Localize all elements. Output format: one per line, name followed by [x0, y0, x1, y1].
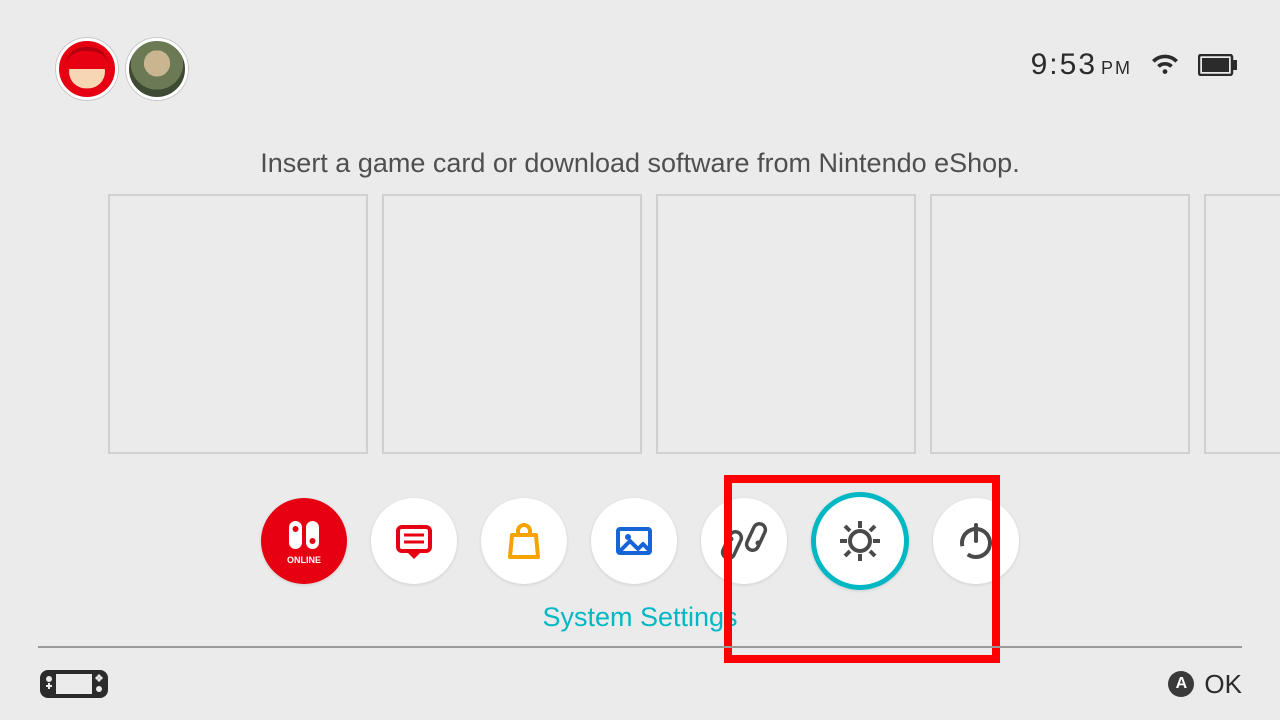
dock: ONLINE: [0, 498, 1280, 590]
game-tile-empty[interactable]: [656, 194, 916, 454]
shopping-bag-icon: [500, 517, 548, 565]
dock-selected-label: System Settings: [0, 602, 1280, 633]
game-tile-empty[interactable]: [382, 194, 642, 454]
footer-ok-hint: A OK: [1168, 669, 1242, 700]
top-bar: M 9:53PM: [0, 0, 1280, 110]
online-label: ONLINE: [287, 555, 321, 565]
clock-time: 9:53: [1031, 48, 1097, 81]
empty-library-hint: Insert a game card or download software …: [0, 148, 1280, 179]
footer-bar: A OK: [38, 646, 1242, 720]
ok-label: OK: [1204, 669, 1242, 700]
avatar-mario[interactable]: M: [56, 38, 118, 100]
game-tile-empty[interactable]: [108, 194, 368, 454]
news-icon: [390, 517, 438, 565]
dock-eshop-button[interactable]: [481, 498, 567, 584]
controller-icon: [718, 515, 770, 567]
dock-news-button[interactable]: [371, 498, 457, 584]
clock: 9:53PM: [1031, 48, 1132, 82]
a-button-icon: A: [1168, 671, 1194, 697]
album-icon: [610, 517, 658, 565]
dock-settings-button[interactable]: [811, 492, 909, 590]
user-avatars: M: [56, 38, 188, 100]
battery-icon: [1198, 54, 1238, 76]
game-tile-empty[interactable]: [930, 194, 1190, 454]
avatar-link[interactable]: [126, 38, 188, 100]
dock-online-button[interactable]: ONLINE: [261, 498, 347, 584]
game-tile-empty[interactable]: [1204, 194, 1280, 454]
wifi-icon: [1150, 53, 1180, 77]
clock-ampm: PM: [1101, 58, 1132, 78]
handheld-controller-icon: [38, 668, 110, 700]
game-tile-row[interactable]: [108, 194, 1280, 454]
dock-sleep-button[interactable]: [933, 498, 1019, 584]
power-icon: [952, 517, 1000, 565]
dock-controllers-button[interactable]: [701, 498, 787, 584]
status-area: 9:53PM: [1031, 48, 1238, 82]
gear-icon: [834, 515, 886, 567]
dock-album-button[interactable]: [591, 498, 677, 584]
